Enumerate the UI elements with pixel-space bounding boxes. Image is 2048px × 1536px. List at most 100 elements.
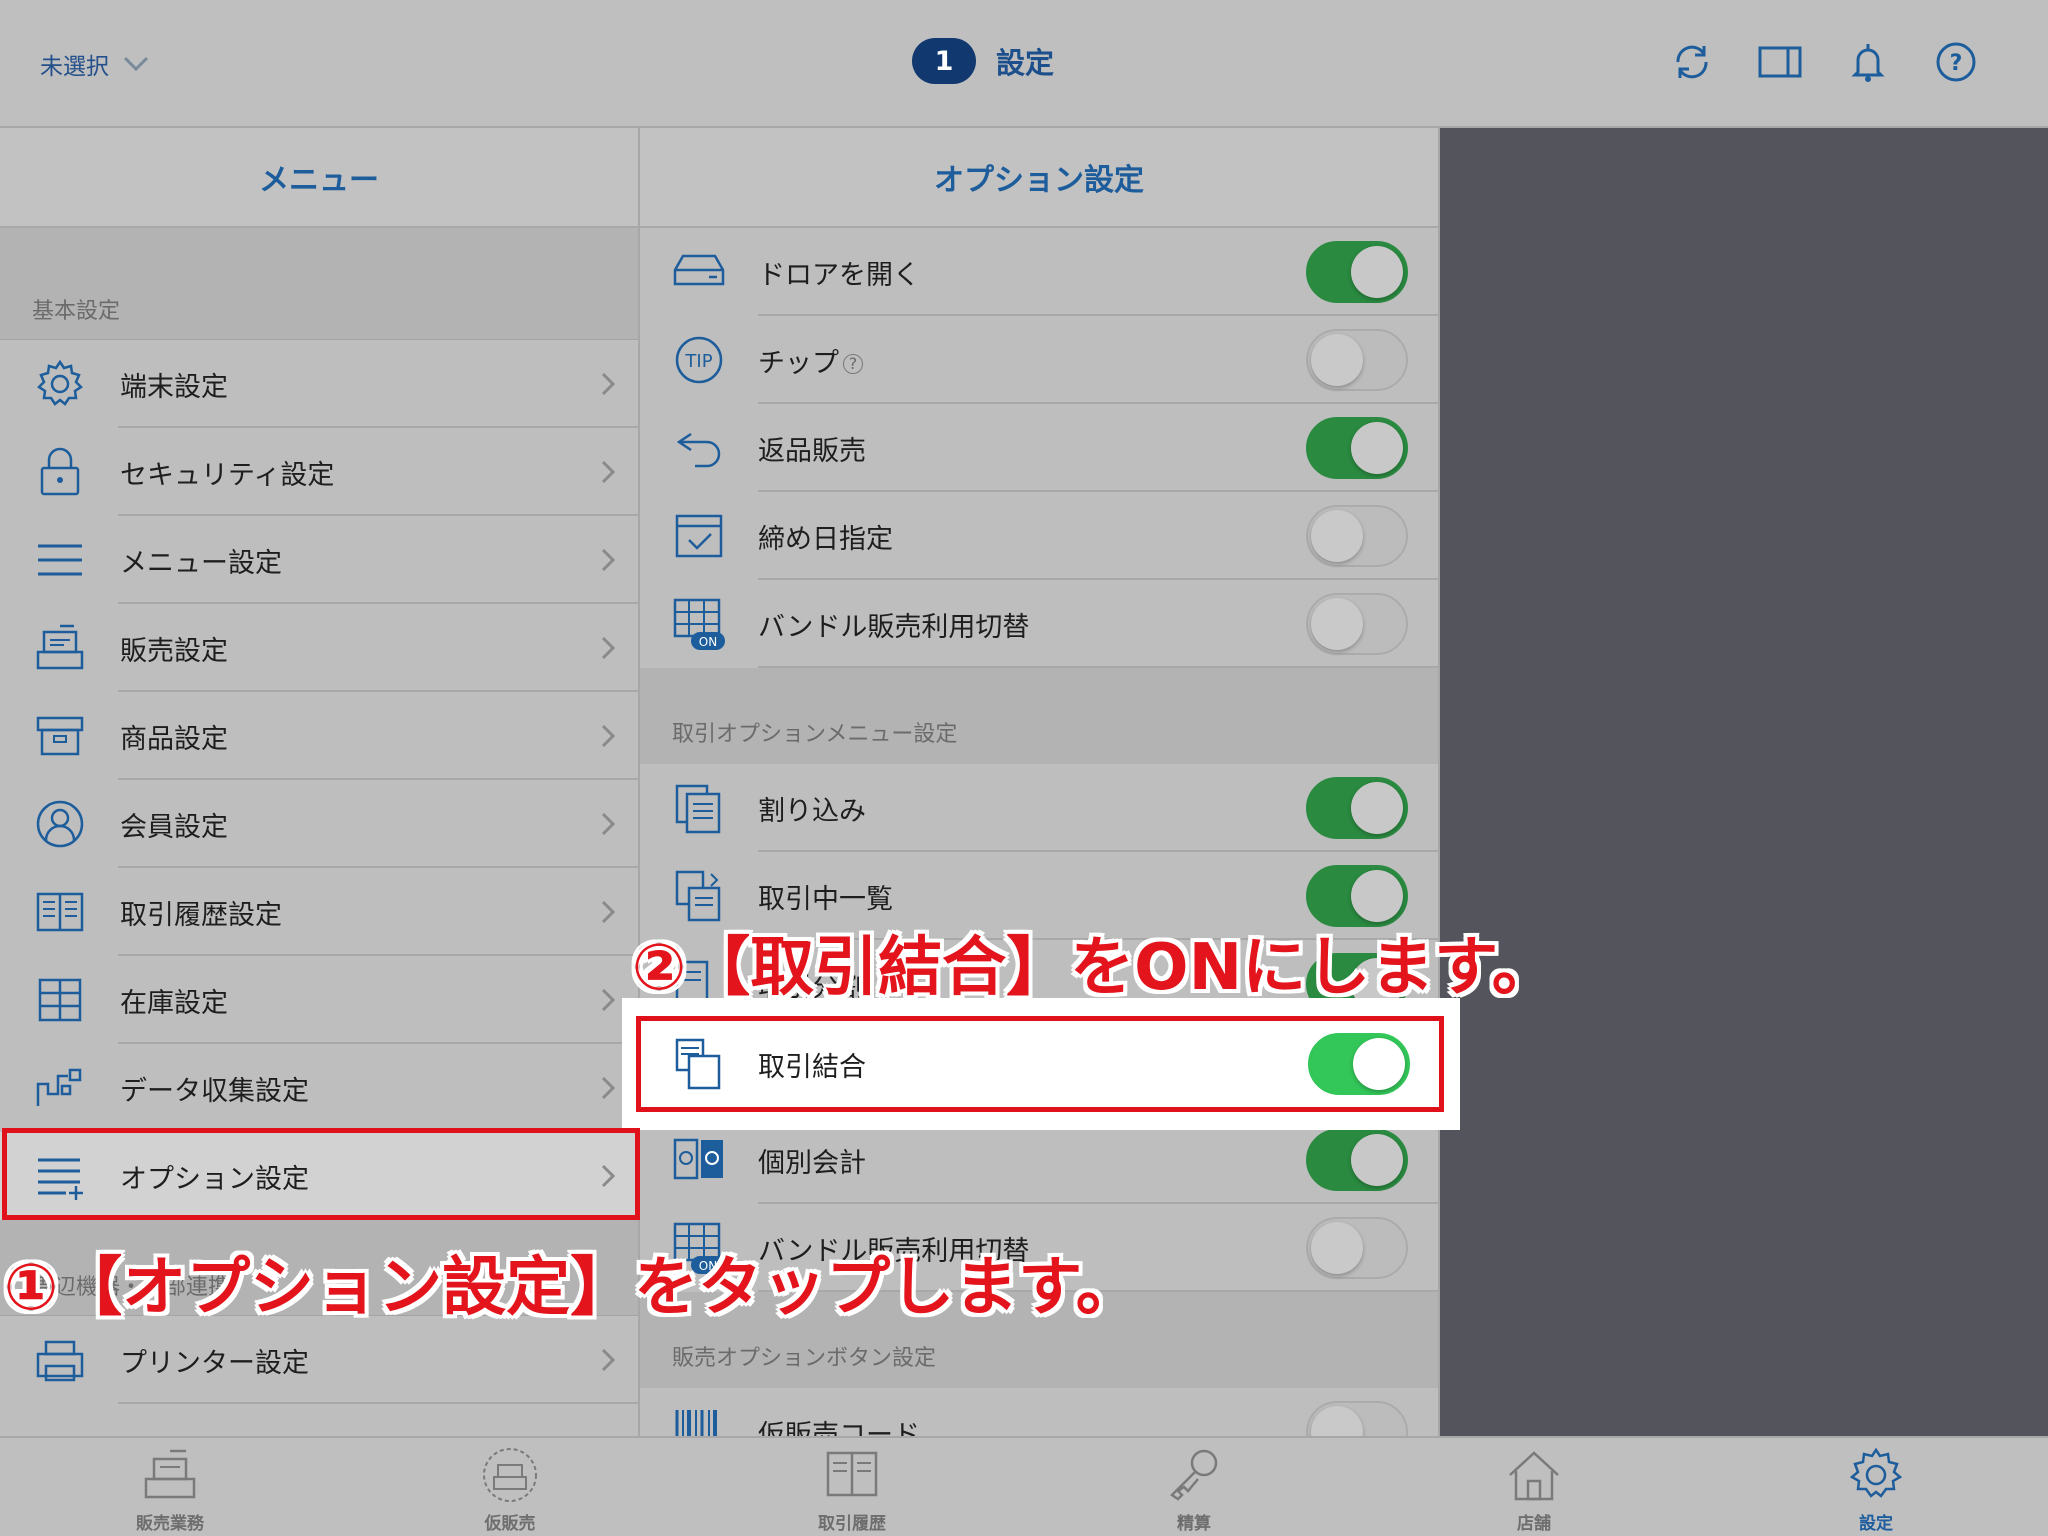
gear-icon (1849, 1447, 1903, 1498)
toggle-switch[interactable] (1306, 417, 1408, 479)
lock-icon (40, 447, 80, 496)
menu-item-label: 販売設定 (120, 635, 228, 667)
refresh-icon[interactable] (1670, 40, 1714, 84)
option-row-bundle: ON バンドル販売利用切替 (640, 580, 1438, 668)
toggle-switch[interactable] (1306, 1401, 1408, 1436)
register-number-badge: 1 (912, 38, 976, 84)
menu-header: メニュー (0, 128, 638, 228)
menu-item-label: 会員設定 (120, 811, 228, 843)
menu-item-label: データ収集設定 (120, 1075, 309, 1107)
menu-item-security[interactable]: セキュリティ設定 (0, 428, 638, 516)
drawer-icon (673, 254, 725, 286)
menu-item-label: 在庫設定 (120, 987, 228, 1019)
chevron-right-icon (601, 988, 616, 1012)
menu-lines-icon (38, 544, 82, 576)
tab-label: 設定 (1859, 1514, 1893, 1534)
menu-item-label: プリンター設定 (120, 1347, 309, 1379)
tab-settings[interactable]: 設定 (1776, 1438, 1976, 1536)
toggle-switch[interactable] (1306, 505, 1408, 567)
tab-store[interactable]: 店舗 (1434, 1438, 1634, 1536)
shelves-icon (38, 978, 82, 1022)
chevron-right-icon (601, 460, 616, 484)
key-icon (1170, 1449, 1218, 1501)
tab-settlement[interactable]: 精算 (1094, 1438, 1294, 1536)
tab-history[interactable]: 取引履歴 (752, 1438, 952, 1536)
toggle-switch[interactable] (1306, 329, 1408, 391)
menu-item-stock[interactable]: 在庫設定 (0, 956, 638, 1044)
menu-item-printer[interactable]: プリンター設定 (0, 1316, 638, 1404)
menu-item-sales[interactable]: 販売設定 (0, 604, 638, 692)
section-label-transaction: 取引オプションメニュー設定 (640, 668, 1438, 764)
menu-item-partial[interactable] (0, 1404, 638, 1436)
split-view-icon[interactable] (1758, 40, 1802, 84)
svg-text:ON: ON (699, 635, 717, 649)
tab-temp-sales[interactable]: 仮販売 (410, 1438, 610, 1536)
home-icon (1509, 1451, 1559, 1501)
svg-text:TIP: TIP (684, 351, 712, 372)
chevron-right-icon (601, 1348, 616, 1372)
bundle-icon: ON (673, 598, 725, 650)
store-select-dropdown[interactable]: 未選択 (40, 47, 149, 81)
temp-register-icon (483, 1448, 537, 1502)
box-icon (36, 716, 84, 756)
toggle-switch[interactable] (1306, 1129, 1408, 1191)
annotation-step-2: ②【取引結合】をONにします。 (632, 931, 1556, 1005)
tab-sales[interactable]: 販売業務 (70, 1438, 270, 1536)
detail-pane (1440, 128, 2048, 1436)
register-icon (36, 624, 84, 670)
toggle-switch[interactable] (1306, 593, 1408, 655)
option-row-drawer: ドロアを開く (640, 228, 1438, 316)
page-title: 設定 (996, 46, 1055, 80)
option-row-closing: 締め日指定 (640, 492, 1438, 580)
chevron-right-icon (601, 812, 616, 836)
menu-item-label: 取引履歴設定 (120, 899, 282, 931)
menu-item-label: セキュリティ設定 (120, 459, 335, 491)
store-select-label: 未選択 (40, 54, 109, 80)
chevron-right-icon (601, 900, 616, 924)
help-icon[interactable]: ? (1934, 40, 1978, 84)
highlight-frame-options (2, 1128, 640, 1220)
highlight-frame-merge (636, 1016, 1444, 1112)
menu-item-label: 端末設定 (120, 371, 228, 403)
tab-label: 仮販売 (484, 1514, 536, 1534)
menu-item-label: メニュー設定 (120, 547, 282, 579)
chevron-right-icon (601, 724, 616, 748)
menu-item-label: 商品設定 (120, 723, 228, 755)
toggle-switch[interactable] (1306, 1217, 1408, 1279)
printer-icon (36, 1340, 84, 1382)
option-row-return: 返品販売 (640, 404, 1438, 492)
return-icon (676, 432, 721, 468)
book-icon (826, 1451, 878, 1497)
menu-item-member[interactable]: 会員設定 (0, 780, 638, 868)
svg-text:?: ? (1950, 51, 1963, 76)
chevron-down-icon (123, 56, 149, 72)
menu-item-menu[interactable]: メニュー設定 (0, 516, 638, 604)
tab-label: 取引履歴 (818, 1514, 886, 1534)
toggle-switch[interactable] (1306, 241, 1408, 303)
tab-label: 販売業務 (136, 1514, 204, 1534)
tab-label: 店舗 (1517, 1514, 1551, 1534)
tab-label: 精算 (1177, 1514, 1211, 1534)
data-icon (36, 1068, 82, 1106)
chevron-right-icon (601, 372, 616, 396)
options-header: オプション設定 (640, 128, 1438, 228)
user-icon (36, 800, 84, 848)
top-bar: 未選択 1 設定 ? (0, 0, 2048, 128)
option-row-temp-code: 仮販売コード (640, 1388, 1438, 1436)
gear-icon (37, 359, 83, 406)
chevron-right-icon (601, 1076, 616, 1100)
tip-icon: TIP (675, 336, 723, 384)
info-icon[interactable]: ? (843, 354, 863, 374)
menu-item-history[interactable]: 取引履歴設定 (0, 868, 638, 956)
menu-item-terminal[interactable]: 端末設定 (0, 340, 638, 428)
toggle-switch[interactable] (1306, 777, 1408, 839)
barcode-icon (675, 1410, 717, 1436)
section-label-basic: 基本設定 (0, 228, 638, 340)
menu-item-data[interactable]: データ収集設定 (0, 1044, 638, 1132)
menu-item-product[interactable]: 商品設定 (0, 692, 638, 780)
chevron-right-icon (601, 548, 616, 572)
calendar-icon (675, 514, 723, 558)
split-pay-icon (673, 1138, 723, 1180)
register-icon (144, 1449, 196, 1499)
bell-icon[interactable] (1846, 40, 1890, 84)
